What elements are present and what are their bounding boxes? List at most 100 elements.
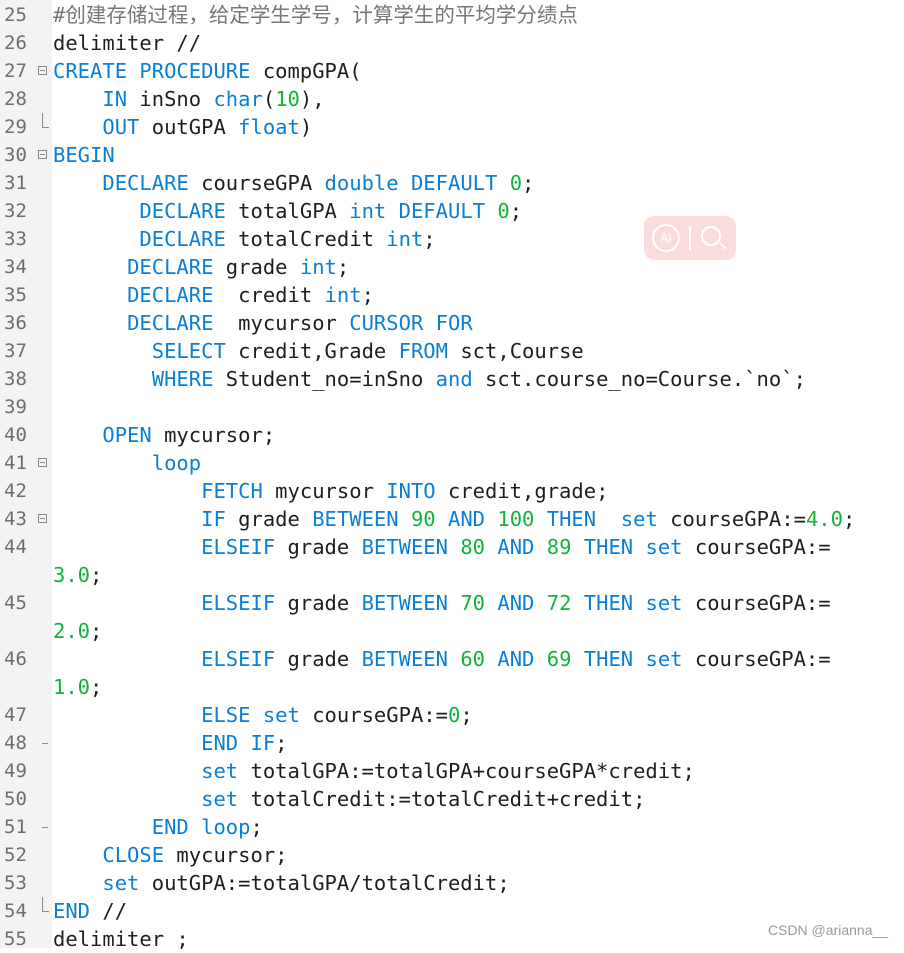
code-line[interactable]: 46 ELSEIF grade BETWEEN 60 AND 69 THEN s… [0,645,904,673]
token-kw: BETWEEN [361,647,448,671]
code-line[interactable]: 2.0; [0,617,904,645]
code-line[interactable]: 50 set totalCredit:=totalCredit+credit; [0,785,904,813]
code-text[interactable]: END loop; [53,813,263,841]
code-text[interactable]: ELSE set courseGPA:=0; [53,701,473,729]
code-line[interactable]: 42 FETCH mycursor INTO credit,grade; [0,477,904,505]
code-line[interactable]: 51 END loop; [0,813,904,841]
ai-icon[interactable]: AI [652,224,680,252]
fold-collapse-icon[interactable] [38,66,47,75]
code-line[interactable]: 45 ELSEIF grade BETWEEN 70 AND 72 THEN s… [0,589,904,617]
token-kw: set [262,703,300,727]
code-text[interactable]: ELSEIF grade BETWEEN 80 AND 89 THEN set … [53,533,831,561]
code-line[interactable]: 31 DECLARE courseGPA double DEFAULT 0; [0,169,904,197]
code-text[interactable]: OUT outGPA float) [53,113,312,141]
code-text[interactable]: DECLARE totalGPA int DEFAULT 0; [53,197,522,225]
code-text[interactable]: FETCH mycursor INTO credit,grade; [53,477,608,505]
code-line[interactable]: 54 END // [0,897,904,925]
code-line[interactable]: 41 loop [0,449,904,477]
code-line[interactable]: 1.0; [0,673,904,701]
code-text[interactable]: DECLARE courseGPA double DEFAULT 0; [53,169,534,197]
code-text[interactable]: #创建存储过程，给定学生学号，计算学生的平均学分绩点 [53,1,578,29]
code-text[interactable]: set totalCredit:=totalCredit+credit; [53,785,645,813]
ai-assistant-badge[interactable]: AI [644,216,736,260]
token-kw: int [386,227,424,251]
code-text[interactable]: IN inSno char(10), [53,85,325,113]
code-text[interactable]: IF grade BETWEEN 90 AND 100 THEN set cou… [53,505,855,533]
code-line[interactable]: 26 delimiter // [0,29,904,57]
code-line[interactable]: 29 OUT outGPA float) [0,113,904,141]
line-number: 39 [4,396,27,418]
code-line[interactable]: 52 CLOSE mycursor; [0,841,904,869]
code-line[interactable]: 33 DECLARE totalCredit int; [0,225,904,253]
token-txt: courseGPA:= [299,703,448,727]
code-line[interactable]: 39 [0,393,904,421]
code-line[interactable]: 30 BEGIN [0,141,904,169]
code-editor[interactable]: 25 #创建存储过程，给定学生学号，计算学生的平均学分绩点 26 delimiter … [0,0,904,951]
code-line[interactable]: 47 ELSE set courseGPA:=0; [0,701,904,729]
token-num: 60 [460,647,486,671]
code-text[interactable]: DECLARE grade int; [53,253,349,281]
code-text[interactable]: set totalGPA:=totalGPA+courseGPA*credit; [53,757,695,785]
token-txt: credit [213,283,325,307]
token-txt: // [90,899,128,923]
code-line[interactable]: 48 END IF; [0,729,904,757]
code-text[interactable]: 1.0; [53,673,102,701]
code-text[interactable]: END IF; [53,729,287,757]
code-text[interactable]: DECLARE mycursor CURSOR FOR [53,309,473,337]
code-text[interactable]: 3.0; [53,561,102,589]
code-text[interactable]: ELSEIF grade BETWEEN 60 AND 69 THEN set … [53,645,831,673]
code-text[interactable]: set outGPA:=totalGPA/totalCredit; [53,869,509,897]
code-text[interactable]: DECLARE credit int; [53,281,374,309]
code-line[interactable]: 27 CREATE PROCEDURE compGPA( [0,57,904,85]
code-line[interactable]: 3.0; [0,561,904,589]
token-txt: delimiter // [53,31,202,55]
code-line[interactable]: 28 IN inSno char(10), [0,85,904,113]
code-text[interactable]: delimiter ; [53,925,189,953]
code-text[interactable]: END // [53,897,127,925]
code-text[interactable]: CREATE PROCEDURE compGPA( [53,57,362,85]
code-line[interactable]: 49 set totalGPA:=totalGPA+courseGPA*cred… [0,757,904,785]
code-line[interactable]: 34 DECLARE grade int; [0,253,904,281]
token-txt: mycursor; [164,843,288,867]
code-line[interactable]: 53 set outGPA:=totalGPA/totalCredit; [0,869,904,897]
token-txt: courseGPA:= [682,535,831,559]
code-line[interactable]: 25 #创建存储过程，给定学生学号，计算学生的平均学分绩点 [0,1,904,29]
fold-collapse-icon[interactable] [38,458,47,467]
code-text[interactable]: delimiter // [53,29,201,57]
token-txt: credit,Grade [225,339,399,363]
code-text[interactable]: ELSEIF grade BETWEEN 70 AND 72 THEN set … [53,589,831,617]
fold-collapse-icon[interactable] [38,514,47,523]
search-icon[interactable] [701,226,721,246]
code-line[interactable]: 37 SELECT credit,Grade FROM sct,Course [0,337,904,365]
code-text[interactable]: CLOSE mycursor; [53,841,288,869]
code-line[interactable]: 44 ELSEIF grade BETWEEN 80 AND 89 THEN s… [0,533,904,561]
code-line[interactable]: 43 IF grade BETWEEN 90 AND 100 THEN set … [0,505,904,533]
code-text[interactable]: BEGIN [53,141,115,169]
code-line[interactable]: 40 OPEN mycursor; [0,421,904,449]
code-line[interactable]: 35 DECLARE credit int; [0,281,904,309]
code-text[interactable]: SELECT credit,Grade FROM sct,Course [53,337,584,365]
code-line[interactable]: 38 WHERE Student_no=inSno and sct.course… [0,365,904,393]
line-number: 49 [4,760,27,782]
code-line[interactable]: 36 DECLARE mycursor CURSOR FOR [0,309,904,337]
token-txt: ), [299,87,325,111]
code-text[interactable]: OPEN mycursor; [53,421,275,449]
code-text[interactable]: 2.0; [53,617,102,645]
line-number: 38 [4,368,27,390]
token-kw: int [324,283,362,307]
token-kw: THEN [583,647,634,671]
code-text[interactable]: DECLARE totalCredit int; [53,225,435,253]
code-text[interactable]: WHERE Student_no=inSno and sct.course_no… [53,365,806,393]
code-text[interactable]: loop [53,449,201,477]
code-line[interactable]: 32 DECLARE totalGPA int DEFAULT 0; [0,197,904,225]
token-kw: ELSEIF [201,647,276,671]
fold-collapse-icon[interactable] [38,150,47,159]
